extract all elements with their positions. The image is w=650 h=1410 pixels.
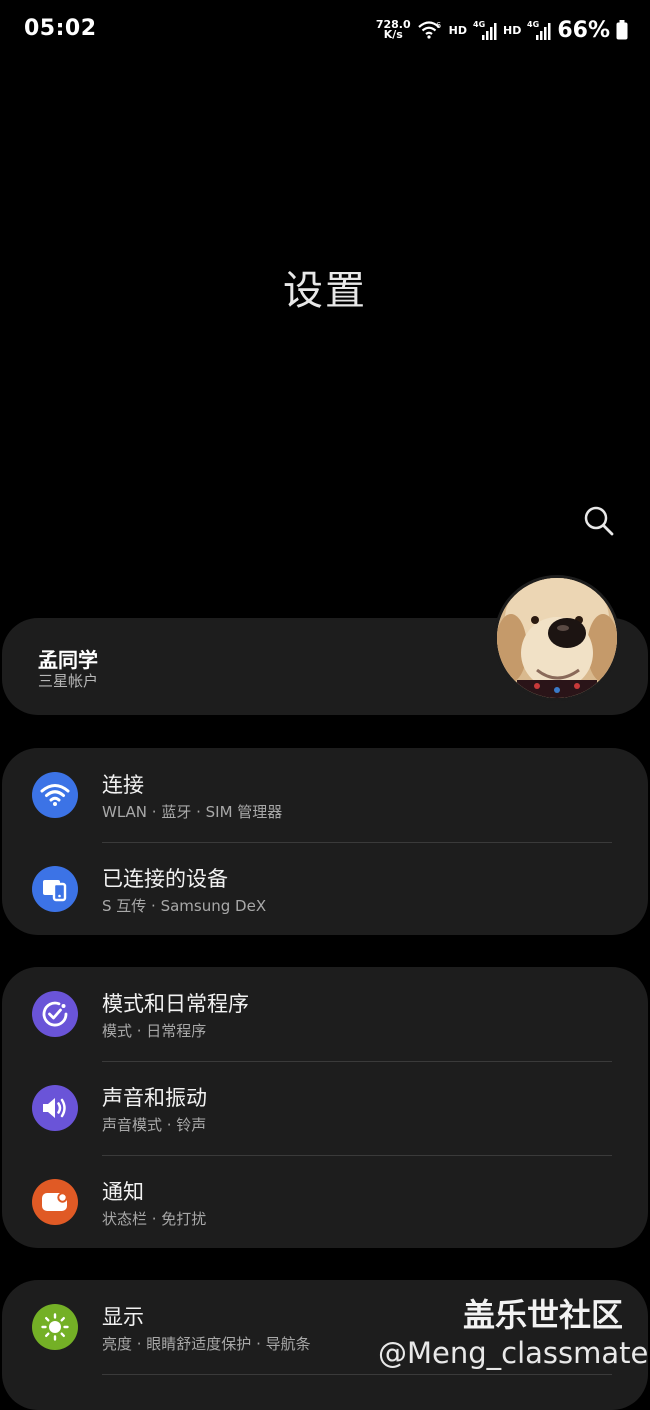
item-title: 通知 bbox=[102, 1180, 144, 1204]
wifi-icon bbox=[32, 772, 78, 818]
dog-avatar-image bbox=[497, 578, 617, 698]
item-title: 连接 bbox=[102, 773, 144, 797]
item-subtitle: 状态栏 · 免打扰 bbox=[102, 1210, 207, 1228]
signal-icon-2: 4G bbox=[527, 19, 551, 41]
page-title: 设置 bbox=[283, 268, 367, 314]
settings-item-connections[interactable]: 连接 WLAN · 蓝牙 · SIM 管理器 bbox=[2, 748, 648, 842]
account-subtitle: 三星帐户 bbox=[38, 672, 99, 690]
item-subtitle: S 互传 · Samsung DeX bbox=[102, 897, 267, 915]
net-type-label-2: 4G bbox=[527, 20, 539, 29]
hd-label-1: HD bbox=[448, 23, 467, 37]
wifi-type-label: 6 bbox=[436, 21, 441, 30]
item-title: 声音和振动 bbox=[102, 1086, 207, 1110]
battery-icon bbox=[616, 20, 628, 40]
settings-group-sound: 模式和日常程序 模式 · 日常程序 声音和振动 声音模式 · 铃声 通知 状态栏… bbox=[2, 967, 648, 1248]
network-speed: 728.0 K/s bbox=[376, 19, 411, 41]
signal-icon-1: 4G bbox=[473, 19, 497, 41]
item-subtitle: 声音模式 · 铃声 bbox=[102, 1116, 207, 1134]
connected-devices-icon bbox=[32, 866, 78, 912]
item-subtitle: 模式 · 日常程序 bbox=[102, 1022, 207, 1040]
item-subtitle: WLAN · 蓝牙 · SIM 管理器 bbox=[102, 803, 283, 821]
item-subtitle: 亮度 · 眼睛舒适度保护 · 导航条 bbox=[102, 1335, 311, 1353]
watermark-author: @Meng_classmate bbox=[378, 1336, 649, 1370]
divider bbox=[102, 1374, 612, 1375]
wifi-status-icon: 6 bbox=[417, 19, 443, 41]
battery-percentage: 66% bbox=[557, 17, 610, 43]
notification-icon bbox=[32, 1179, 78, 1225]
speaker-icon bbox=[32, 1085, 78, 1131]
account-name: 孟同学 bbox=[38, 648, 98, 672]
check-circle-icon bbox=[32, 991, 78, 1037]
search-button[interactable] bbox=[580, 502, 618, 540]
settings-item-sound-vibration[interactable]: 声音和振动 声音模式 · 铃声 bbox=[2, 1061, 648, 1155]
item-title: 显示 bbox=[102, 1305, 144, 1329]
settings-item-modes-routines[interactable]: 模式和日常程序 模式 · 日常程序 bbox=[2, 967, 648, 1061]
sun-icon bbox=[32, 1304, 78, 1350]
settings-item-connected-devices[interactable]: 已连接的设备 S 互传 · Samsung DeX bbox=[2, 842, 648, 936]
hd-label-2: HD bbox=[502, 23, 522, 37]
network-speed-unit: K/s bbox=[383, 28, 403, 41]
settings-group-connections: 连接 WLAN · 蓝牙 · SIM 管理器 已连接的设备 S 互传 · Sam… bbox=[2, 748, 648, 935]
status-time: 05:02 bbox=[24, 16, 97, 41]
search-icon bbox=[584, 506, 614, 536]
status-bar: 05:02 728.0 K/s 6 HD 4G HD 4G 66% bbox=[0, 0, 650, 60]
item-title: 模式和日常程序 bbox=[102, 992, 249, 1016]
avatar[interactable] bbox=[494, 575, 620, 701]
watermark-community: 盖乐世社区 bbox=[463, 1296, 624, 1334]
status-icons: 728.0 K/s 6 HD 4G HD 4G 66% bbox=[376, 16, 628, 44]
net-type-label-1: 4G bbox=[473, 20, 485, 29]
settings-item-notifications[interactable]: 通知 状态栏 · 免打扰 bbox=[2, 1155, 648, 1249]
item-title: 已连接的设备 bbox=[102, 867, 228, 891]
